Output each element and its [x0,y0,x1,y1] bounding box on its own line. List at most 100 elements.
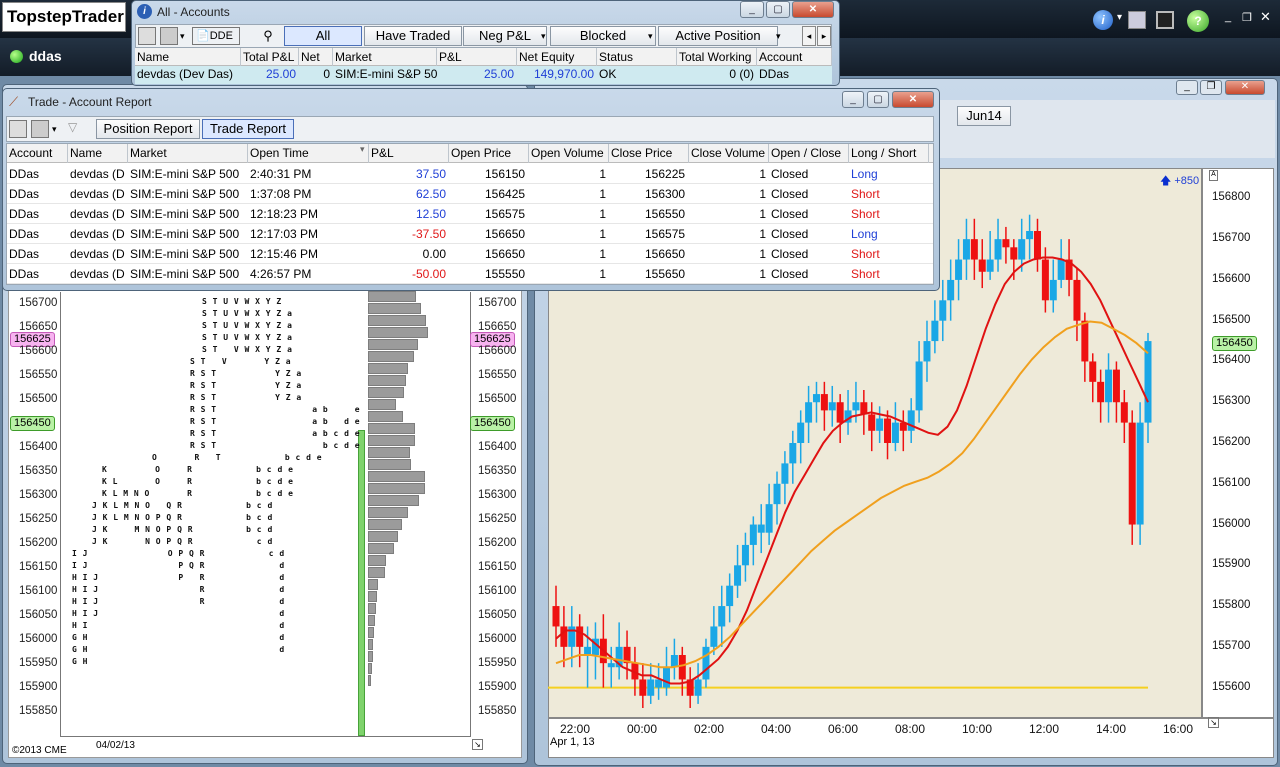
accounts-col-header[interactable]: Market [333,48,437,66]
report-col-header[interactable]: Close Volume [689,144,769,163]
candle [828,402,836,411]
accounts-col-header[interactable]: Name [135,48,241,66]
tab-blocked[interactable]: Blocked [550,26,656,46]
price-label-right: 156650 [478,321,517,333]
maximize-chart-button[interactable]: ❐ [1200,80,1222,95]
report-col-header[interactable]: P&L [369,144,449,163]
tab-neg-p-l[interactable]: Neg P&L [463,26,547,46]
tpo-row: R S T Y Z a [190,381,302,390]
accounts-header: Name Total P&L Net Market P&L Net Equity Statu… [135,48,832,66]
minimize-app-icon[interactable]: _ [1225,11,1231,23]
report-col-header[interactable]: Market [128,144,248,163]
tab-trade-report[interactable]: Trade Report [202,119,294,139]
restore-app-icon[interactable]: ❐ [1242,11,1252,24]
report-cell-long-short: Long [851,227,878,241]
price-label-right: 156700 [478,297,517,309]
tab-scroll-right-icon[interactable]: ▸ [817,26,831,46]
help-icon[interactable]: ? [1187,10,1209,32]
arrow-up-icon: 🡅 [1160,175,1172,187]
report-col-header[interactable]: Open Price [449,144,529,163]
report-cell-close-volume: 1 [759,247,766,261]
resize-icon[interactable]: ↘ [472,739,483,750]
lock-icon[interactable]: A [1209,170,1218,181]
close-chart-button[interactable]: ✕ [1225,80,1265,95]
accounts-col-header[interactable]: P&L [437,48,517,66]
accounts-minimize-button[interactable]: _ [740,1,764,18]
report-row[interactable]: DDas devdas (D SIM:E-mini S&P 500 12:15:46 … [7,244,933,264]
report-col-header[interactable]: Long / Short [849,144,929,163]
tpo-row: S T V W X Y Z a [202,345,293,354]
tab-position-report[interactable]: Position Report [96,119,200,139]
minimize-chart-button[interactable]: _ [1176,80,1198,95]
print-dropdown-icon[interactable]: ▾ [180,27,190,45]
report-minimize-button[interactable]: _ [842,91,864,108]
report-col-header[interactable]: Account [7,144,68,163]
info-icon[interactable]: i [1093,10,1113,30]
tab-active-position[interactable]: Active Position [658,26,778,46]
report-cell-long-short: Short [851,267,880,281]
chart-resize-icon[interactable]: ↘ [1208,717,1219,728]
volume-bar [368,315,426,326]
print-icon[interactable] [160,27,178,45]
tab-dropdown-icon[interactable]: ▾ [776,26,788,46]
accounts-col-header[interactable]: Account [757,48,832,66]
chevron-down-icon[interactable]: ▾ [1117,12,1122,23]
report-maximize-button[interactable]: ▢ [867,91,889,108]
accounts-close-button[interactable]: ✕ [792,1,834,18]
price-label-left: 156200 [19,537,58,549]
tab-all[interactable]: All [284,26,362,46]
volume-bar [368,435,415,446]
accounts-col-header[interactable]: Status [597,48,677,66]
tpo-row: R S T a b c d e [190,429,361,438]
change-label: 🡅 +850 [1160,175,1200,187]
report-close-button[interactable]: ✕ [892,91,934,108]
accounts-col-header[interactable]: Net Equity [517,48,597,66]
tab-scroll-left-icon[interactable]: ◂ [802,26,816,46]
report-row[interactable]: DDas devdas (D SIM:E-mini S&P 500 4:26:57 P… [7,264,933,284]
current-price-right: 156450 [470,416,515,431]
volume-bar [368,519,402,530]
accounts-col-header[interactable]: Net [299,48,333,66]
report-properties-icon[interactable] [9,120,27,138]
report-col-header[interactable]: Open / Close [769,144,849,163]
volume-bar [368,399,396,410]
report-col-header[interactable]: Name [68,144,128,163]
report-cell-long-short: Long [851,167,878,181]
current-price-left: 156450 [10,416,55,431]
report-row[interactable]: DDas devdas (D SIM:E-mini S&P 500 12:17:03 … [7,224,933,244]
price-label-left: 156600 [19,345,58,357]
settings-icon[interactable] [1128,11,1146,29]
report-row[interactable]: DDas devdas (D SIM:E-mini S&P 500 2:40:31 P… [7,164,933,184]
report-print-dropdown-icon[interactable]: ▾ [52,120,62,138]
report-row[interactable]: DDas devdas (D SIM:E-mini S&P 500 1:37:08 P… [7,184,933,204]
filter-icon[interactable]: ▽ [68,120,84,138]
report-row[interactable]: DDas devdas (D SIM:E-mini S&P 500 12:18:23 … [7,204,933,224]
volume-bar [368,663,372,674]
report-col-header[interactable]: Open Volume [529,144,609,163]
report-print-icon[interactable] [31,120,49,138]
price-label-left: 156700 [19,297,58,309]
save-icon[interactable] [1156,11,1174,29]
accounts-col-header[interactable]: Total Working [677,48,757,66]
binoculars-icon[interactable]: ⚲ [256,27,280,45]
dde-button[interactable]: 📄DDE [192,27,240,45]
report-cell-open-time: 12:15:46 PM [250,247,319,261]
tab-dropdown-icon[interactable]: ▾ [541,26,553,46]
tab-have-traded[interactable]: Have Traded [364,26,462,46]
accounts-maximize-button[interactable]: ▢ [766,1,790,18]
report-col-header[interactable]: Close Price [609,144,689,163]
report-col-header[interactable]: Open Time [248,144,369,163]
tab-dropdown-icon[interactable]: ▾ [648,26,660,46]
report-header: Account Name Market Open Time P&L Open Price O… [7,144,933,163]
sort-desc-icon[interactable]: ▾ [360,144,365,155]
contract-tab[interactable]: Jun14 [957,106,1011,126]
accounts-row[interactable]: devdas (Dev Das) 25.00 0 SIM:E-mini S&P 50 2… [135,66,832,84]
account-badge[interactable]: ddas [10,48,62,64]
price-label-left: 156500 [19,393,58,405]
candle [678,655,686,680]
report-cell-market: SIM:E-mini S&P 500 [130,167,240,181]
accounts-col-header[interactable]: Total P&L [241,48,299,66]
price-label-left: 156550 [19,369,58,381]
properties-icon[interactable] [138,27,156,45]
close-app-icon[interactable]: ✕ [1260,9,1271,25]
